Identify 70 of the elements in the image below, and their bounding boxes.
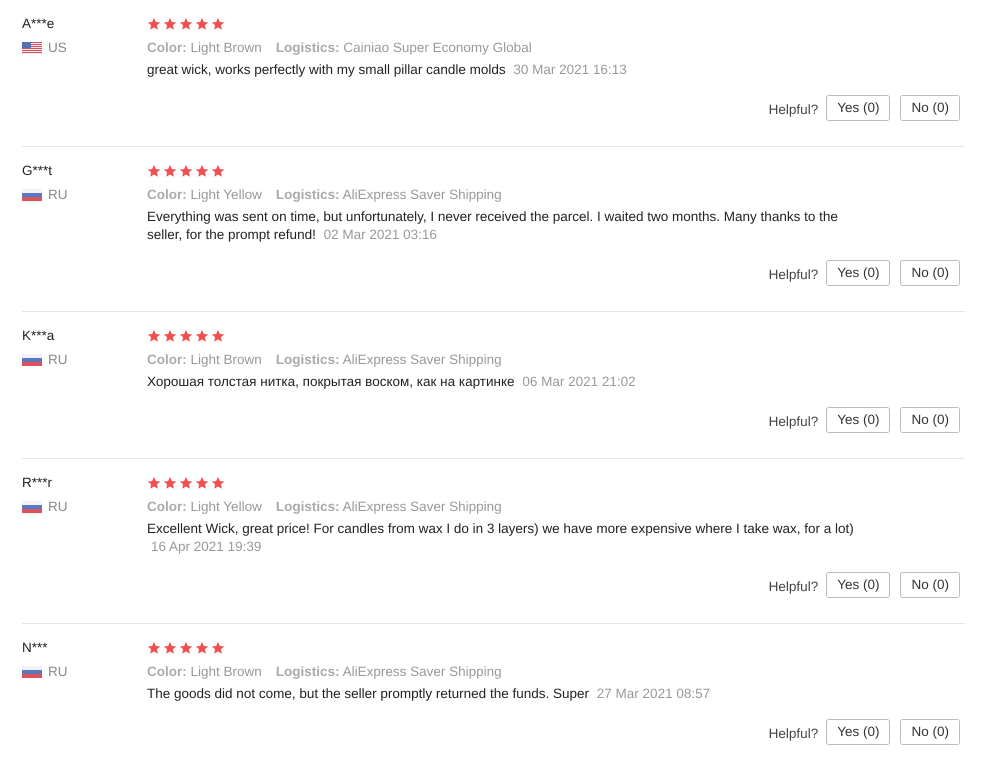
no-button[interactable]: No (0) — [900, 95, 960, 121]
star-icon — [195, 17, 209, 31]
star-icon — [179, 17, 193, 31]
country-code: RU — [48, 662, 68, 681]
no-button[interactable]: No (0) — [900, 719, 960, 745]
star-icon — [163, 641, 177, 655]
reviewer-name: R***r — [22, 474, 52, 492]
helpful-label: Helpful? — [768, 724, 818, 743]
reviewer-name: N*** — [22, 638, 48, 657]
flag-icon — [22, 501, 42, 513]
color-attribute: Color: Light Brown — [147, 350, 262, 369]
review-text: Excellent Wick, great price! For candles from wax I do in 3 layers) we have more expensive where I take wax, for a lot) 16 Apr 2021 19:39 — [147, 520, 855, 556]
color-attribute: Color: Light Yellow — [147, 498, 262, 516]
color-attribute: Color: Light Brown — [147, 662, 262, 681]
review-text: Everything was sent on time, but unfortunately, I never received the parcel. I waited two months. Many thanks to the seller, for the prompt refund! 02 Mar 2021 03:16 — [147, 208, 839, 244]
reviewer-name: K***a — [22, 326, 54, 345]
star-icon — [147, 329, 161, 343]
flag-icon — [22, 42, 42, 54]
star-icon — [163, 164, 177, 178]
review-text: Хорошая толстая нитка, покрытая воском, как на картинке 06 Mar 2021 21:02 — [147, 373, 637, 391]
review-text: The goods did not come, but the seller promptly returned the funds. Super 27 Mar 2021 08:57 — [147, 685, 712, 703]
yes-button[interactable]: Yes (0) — [826, 95, 890, 121]
country-code: US — [48, 38, 67, 57]
star-icon — [147, 641, 161, 655]
star-icon — [211, 641, 225, 655]
star-icon — [179, 164, 193, 178]
star-icon — [179, 641, 193, 655]
logistics-attribute: Logistics: AliExpress Saver Shipping — [276, 350, 502, 369]
helpful-label: Helpful? — [768, 412, 818, 431]
helpful-label: Helpful? — [768, 266, 818, 284]
color-attribute: Color: Light Brown — [147, 38, 262, 57]
flag-icon — [22, 666, 42, 678]
star-icon — [163, 329, 177, 343]
logistics-attribute: Logistics: AliExpress Saver Shipping — [276, 186, 502, 204]
star-icon — [163, 476, 177, 490]
flag-icon — [22, 189, 42, 201]
star-icon — [147, 17, 161, 31]
star-icon — [211, 476, 225, 490]
helpful-label: Helpful? — [768, 100, 818, 119]
country-code: RU — [48, 186, 68, 204]
logistics-attribute: Logistics: AliExpress Saver Shipping — [276, 498, 502, 516]
star-icon — [211, 329, 225, 343]
star-icon — [179, 329, 193, 343]
country-code: RU — [48, 498, 68, 516]
flag-icon — [22, 354, 42, 366]
no-button[interactable]: No (0) — [900, 407, 960, 433]
star-icon — [195, 476, 209, 490]
country-code: RU — [48, 350, 68, 369]
star-icon — [147, 164, 161, 178]
yes-button[interactable]: Yes (0) — [826, 407, 890, 433]
logistics-attribute: Logistics: AliExpress Saver Shipping — [276, 662, 502, 681]
no-button[interactable]: No (0) — [900, 260, 960, 286]
star-icon — [211, 17, 225, 31]
star-icon — [195, 641, 209, 655]
no-button[interactable]: No (0) — [900, 572, 960, 598]
star-icon — [163, 17, 177, 31]
star-icon — [211, 164, 225, 178]
color-attribute: Color: Light Yellow — [147, 186, 262, 204]
star-icon — [195, 329, 209, 343]
yes-button[interactable]: Yes (0) — [826, 719, 890, 745]
yes-button[interactable]: Yes (0) — [826, 572, 890, 598]
star-icon — [179, 476, 193, 490]
review-text: great wick, works perfectly with my small pillar candle molds 30 Mar 2021 16:13 — [147, 61, 628, 79]
helpful-label: Helpful? — [768, 578, 818, 596]
reviewer-name: G***t — [22, 162, 52, 180]
yes-button[interactable]: Yes (0) — [826, 260, 890, 286]
star-icon — [195, 164, 209, 178]
star-icon — [147, 476, 161, 490]
logistics-attribute: Logistics: Cainiao Super Economy Global — [276, 38, 532, 57]
reviewer-name: A***e — [22, 14, 54, 33]
